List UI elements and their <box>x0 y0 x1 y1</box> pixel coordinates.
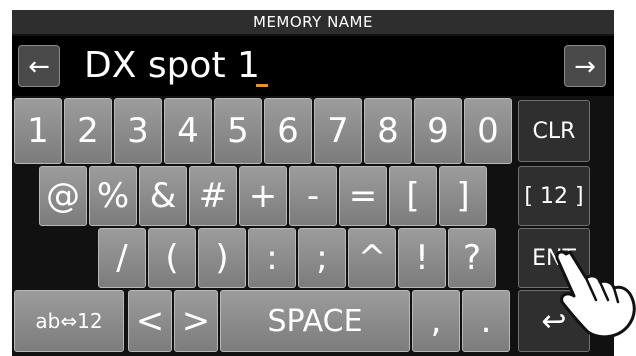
key-plus[interactable]: + <box>239 166 287 226</box>
key-equals[interactable]: = <box>339 166 387 226</box>
memory-name-input[interactable]: DX spot 1 <box>84 40 260 92</box>
key-left-paren[interactable]: ( <box>148 228 196 288</box>
left-arrow-icon: ← <box>28 52 50 82</box>
right-arrow-icon: → <box>574 52 596 82</box>
key-percent[interactable]: % <box>89 166 137 226</box>
pointing-hand-icon <box>555 250 636 339</box>
cursor-left-button[interactable]: ← <box>18 45 60 87</box>
key-greater-than[interactable]: > <box>174 290 218 352</box>
key-left-bracket[interactable]: [ <box>389 166 437 226</box>
key-caret[interactable]: ^ <box>348 228 396 288</box>
key-at[interactable]: @ <box>39 166 87 226</box>
key-right-bracket[interactable]: ] <box>439 166 487 226</box>
memory-name-screen: MEMORY NAME ← DX spot 1 → 1 2 3 4 5 6 7 … <box>12 10 614 356</box>
key-0[interactable]: 0 <box>464 98 512 164</box>
key-right-paren[interactable]: ) <box>198 228 246 288</box>
key-ampersand[interactable]: & <box>139 166 187 226</box>
key-slash[interactable]: / <box>98 228 146 288</box>
key-period[interactable]: . <box>462 290 510 352</box>
mode-toggle-button[interactable]: ab⇔12 <box>14 290 124 352</box>
key-3[interactable]: 3 <box>114 98 162 164</box>
key-hash[interactable]: # <box>189 166 237 226</box>
key-semicolon[interactable]: ; <box>298 228 346 288</box>
key-8[interactable]: 8 <box>364 98 412 164</box>
key-1[interactable]: 1 <box>14 98 62 164</box>
key-7[interactable]: 7 <box>314 98 362 164</box>
key-9[interactable]: 9 <box>414 98 462 164</box>
key-colon[interactable]: : <box>248 228 296 288</box>
key-exclamation[interactable]: ! <box>398 228 446 288</box>
key-comma[interactable]: , <box>412 290 460 352</box>
text-cursor <box>256 84 268 87</box>
key-minus[interactable]: - <box>289 166 337 226</box>
key-2[interactable]: 2 <box>64 98 112 164</box>
key-less-than[interactable]: < <box>128 290 172 352</box>
key-question[interactable]: ? <box>448 228 496 288</box>
cursor-right-button[interactable]: → <box>564 45 606 87</box>
key-5[interactable]: 5 <box>214 98 262 164</box>
clear-button[interactable]: CLR <box>518 100 590 162</box>
input-row: ← DX spot 1 → <box>12 36 614 96</box>
key-4[interactable]: 4 <box>164 98 212 164</box>
key-6[interactable]: 6 <box>264 98 312 164</box>
screen-title: MEMORY NAME <box>12 10 614 34</box>
space-key[interactable]: SPACE <box>220 290 410 352</box>
page-select-button[interactable]: [ 12 ] <box>518 166 590 226</box>
